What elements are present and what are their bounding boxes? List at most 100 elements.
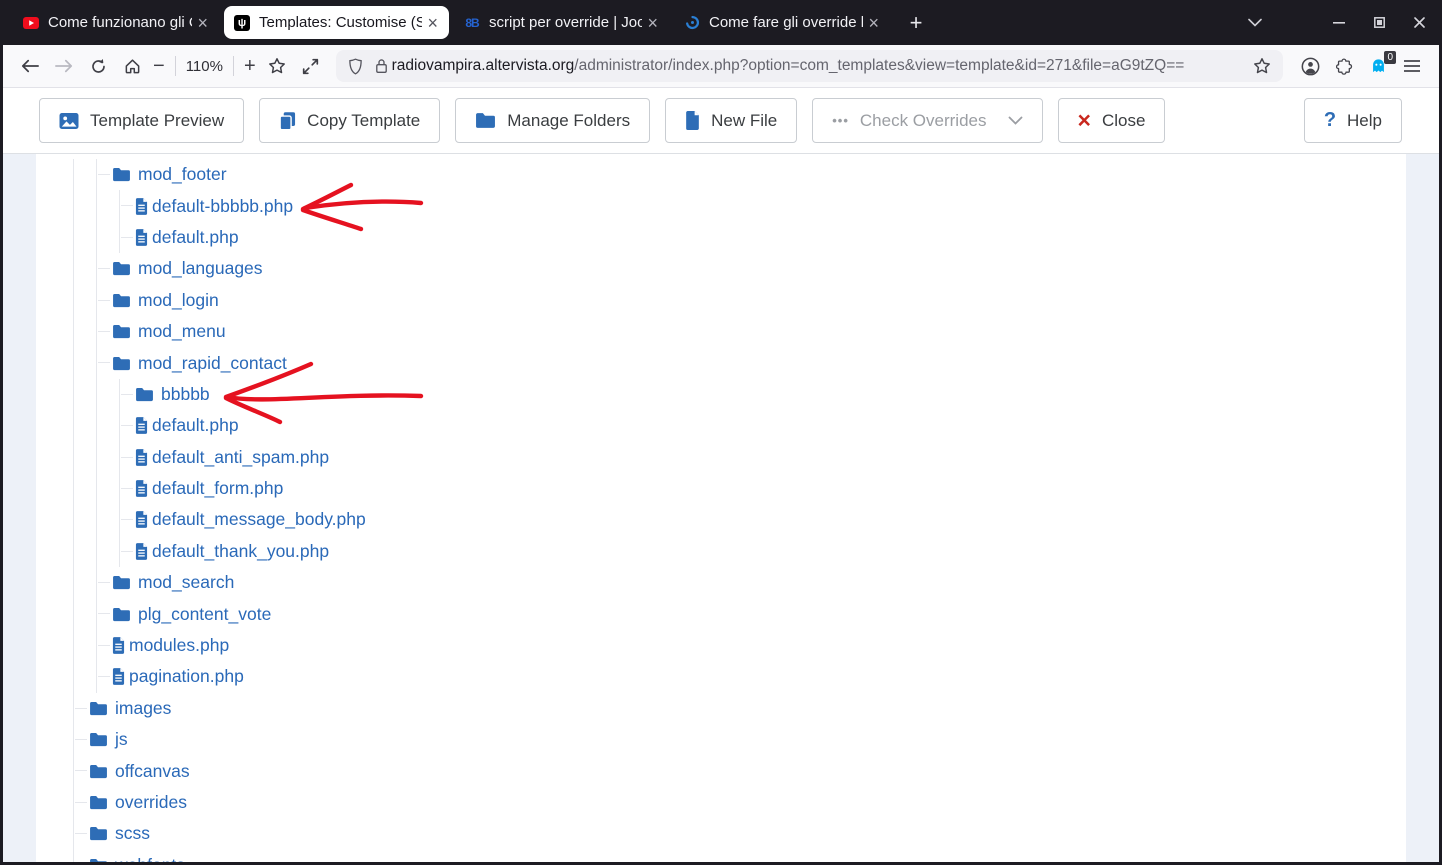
back-icon[interactable]	[13, 50, 47, 82]
forward-icon[interactable]	[47, 50, 81, 82]
tree-item[interactable]: mod_languages	[97, 253, 1406, 284]
tree-item[interactable]: modules.php	[97, 630, 1406, 661]
tab-close-icon[interactable]: ×	[194, 14, 211, 32]
tree-item[interactable]: mod_menu	[97, 316, 1406, 347]
file-icon	[135, 543, 148, 560]
browser-tab[interactable]: 8B script per override | Jooml×	[454, 6, 669, 39]
tree-item[interactable]: mod_login	[97, 285, 1406, 316]
tree-item-label: default_message_body.php	[152, 509, 366, 530]
tree-item-label: mod_login	[138, 289, 219, 310]
tab-close-icon[interactable]: ×	[644, 14, 661, 32]
tree-item[interactable]: js	[74, 724, 1406, 755]
file-icon	[135, 448, 148, 466]
zoom-out-icon[interactable]: −	[153, 56, 165, 76]
dots-icon: •••	[832, 113, 849, 128]
tree-item[interactable]: webfonts	[74, 850, 1406, 862]
zoom-level[interactable]: 110%	[186, 58, 223, 75]
tree-item[interactable]: default_thank_you.php	[120, 536, 1406, 567]
tree-item[interactable]: default.php	[120, 410, 1406, 441]
tree-item[interactable]: images	[74, 693, 1406, 724]
bookmark-page-star-icon[interactable]	[1253, 57, 1271, 75]
tab-strip: Come funzionano gli OVER×ψTemplates: Cus…	[13, 0, 895, 45]
button-label: Copy Template	[307, 110, 421, 130]
new-file-button[interactable]: New File	[665, 98, 798, 143]
home-icon[interactable]	[115, 50, 149, 82]
menu-hamburger-icon[interactable]	[1395, 50, 1429, 82]
folder-icon	[135, 387, 154, 402]
button-label: New File	[711, 110, 778, 130]
lock-icon[interactable]	[375, 58, 388, 74]
url-bar[interactable]: radiovampira.altervista.org/administrato…	[335, 50, 1283, 82]
check-overrides-button[interactable]: ••• Check Overrides	[812, 98, 1043, 143]
extensions-puzzle-icon[interactable]	[1327, 50, 1361, 82]
tab-title: script per override | Jooml	[489, 14, 643, 31]
zoom-controls: − 110% +	[153, 56, 256, 76]
maximize-button[interactable]	[1359, 8, 1399, 38]
tree-item-label: modules.php	[129, 635, 230, 656]
browser-tab[interactable]: Come fare gli override lingu×	[674, 6, 890, 39]
copy-template-button[interactable]: Copy Template	[259, 98, 441, 143]
folder-icon	[112, 167, 131, 182]
tree-item[interactable]: scss	[74, 818, 1406, 849]
zoom-in-icon[interactable]: +	[244, 56, 256, 76]
tree-item-label: mod_languages	[138, 258, 263, 279]
tree-item[interactable]: default_form.php	[120, 473, 1406, 504]
minimize-button[interactable]	[1319, 8, 1359, 38]
reload-icon[interactable]	[81, 50, 115, 82]
chevron-down-icon	[998, 116, 1023, 125]
tree-item-label: mod_footer	[138, 164, 227, 185]
tree-item-label: default-bbbbb.php	[152, 195, 294, 216]
youtube-icon	[23, 15, 39, 31]
page-content: mod_footer default-bbbbb.php default.php mo…	[3, 154, 1439, 862]
tree-item[interactable]: pagination.php	[97, 661, 1406, 692]
close-x-icon: ×	[1077, 107, 1091, 134]
close-button[interactable]: × Close	[1057, 98, 1166, 143]
tree-item[interactable]: mod_footer	[97, 159, 1406, 190]
folder-icon	[89, 764, 108, 779]
tab-bar: Come funzionano gli OVER×ψTemplates: Cus…	[3, 0, 1439, 45]
button-label: Template Preview	[90, 110, 225, 130]
content-card: mod_footer default-bbbbb.php default.php mo…	[36, 154, 1406, 862]
new-tab-button[interactable]: +	[901, 8, 931, 38]
folder-icon	[112, 324, 131, 339]
folder-icon	[112, 607, 131, 622]
button-label: Close	[1101, 110, 1146, 130]
joomla-toolbar: Template Preview Copy Template Manage Fold…	[3, 88, 1439, 154]
tree-item-label: mod_search	[138, 572, 235, 593]
tree-item[interactable]: overrides	[74, 787, 1406, 818]
url-path: /administrator/index.php?option=com_temp…	[574, 57, 1185, 74]
folder-icon	[112, 261, 131, 276]
fullscreen-icon[interactable]	[294, 50, 328, 82]
tree-item[interactable]: default_message_body.php	[120, 504, 1406, 535]
tree-item-label: offcanvas	[115, 760, 190, 781]
close-window-button[interactable]	[1399, 8, 1439, 38]
tree-item[interactable]: bbbbb	[120, 379, 1406, 410]
tree-item[interactable]: default.php	[120, 222, 1406, 253]
tab-close-icon[interactable]: ×	[424, 14, 441, 32]
template-preview-button[interactable]: Template Preview	[39, 98, 245, 143]
folder-icon	[89, 858, 108, 862]
tree-item[interactable]: default_anti_spam.php	[120, 442, 1406, 473]
account-icon[interactable]	[1293, 50, 1327, 82]
browser-tab[interactable]: ψ Templates: Customise (Sha×	[224, 6, 449, 39]
tree-item[interactable]: default-bbbbb.php	[120, 190, 1406, 221]
tree-item[interactable]: offcanvas	[74, 755, 1406, 786]
manage-folders-button[interactable]: Manage Folders	[455, 98, 651, 143]
tree-item-label: images	[115, 697, 172, 718]
tab-title: Come funzionano gli OVER	[48, 14, 192, 31]
tab-title: Come fare gli override lingu	[709, 14, 864, 31]
tree-item-label: pagination.php	[129, 666, 244, 687]
file-icon	[135, 417, 148, 435]
tree-item[interactable]: mod_search	[97, 567, 1406, 598]
ghostery-extension-icon[interactable]: 0	[1361, 50, 1396, 82]
list-all-tabs-icon[interactable]	[1235, 8, 1275, 38]
bookmark-star-icon[interactable]	[260, 50, 294, 82]
browser-tab[interactable]: Come funzionano gli OVER×	[13, 6, 219, 39]
tracking-shield-icon[interactable]	[348, 57, 363, 75]
tab-close-icon[interactable]: ×	[865, 14, 882, 32]
help-button[interactable]: ? Help	[1303, 98, 1402, 143]
site-favicon: ψ	[234, 14, 250, 31]
tree-item[interactable]: mod_rapid_contact	[97, 347, 1406, 378]
file-icon	[135, 197, 148, 215]
tree-item[interactable]: plg_content_vote	[97, 598, 1406, 629]
